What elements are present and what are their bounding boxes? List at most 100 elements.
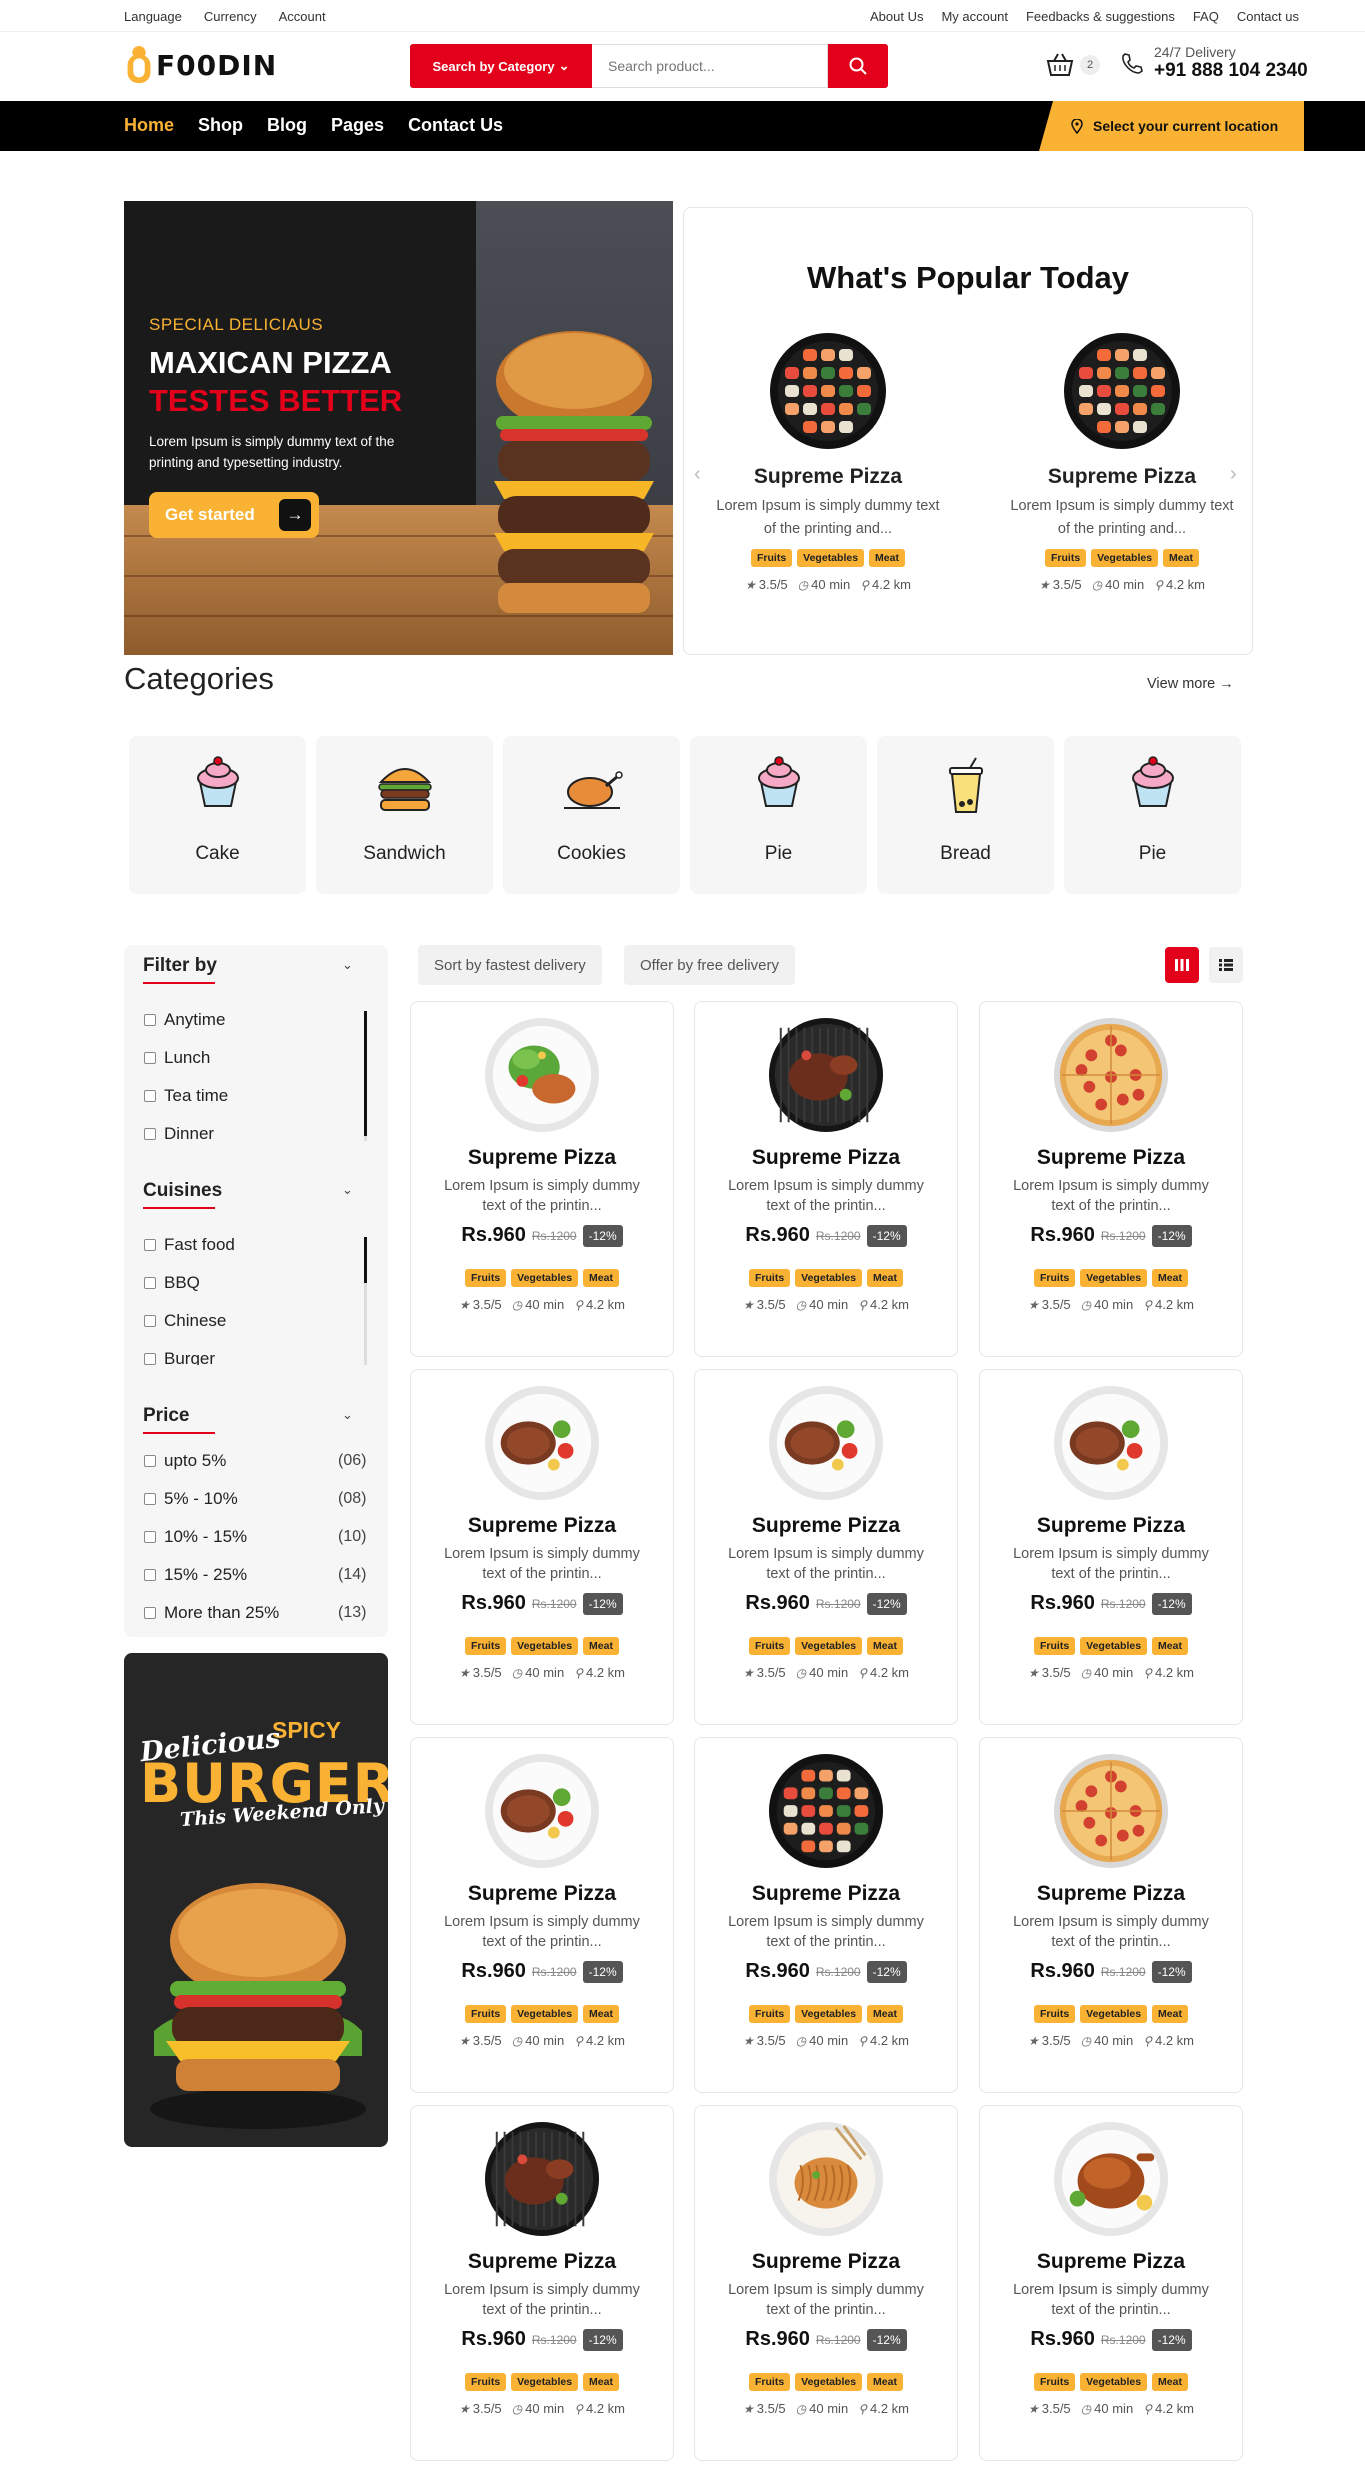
- logo[interactable]: F00DIN: [124, 45, 277, 85]
- popular-card[interactable]: Supreme Pizza Lorem Ipsum is simply dumm…: [708, 331, 948, 592]
- price-option[interactable]: 15% - 25%: [144, 1565, 247, 1585]
- grid-view-button[interactable]: [1165, 947, 1199, 983]
- rating: ★ 3.5/5: [743, 2033, 786, 2048]
- checkbox[interactable]: [144, 1607, 156, 1619]
- filter-option-chinese[interactable]: Chinese: [144, 1311, 226, 1331]
- category-card-cake[interactable]: Cake: [129, 736, 306, 894]
- promo-banner[interactable]: SPICY Delicious BURGER This Weekend Only: [124, 1653, 388, 2147]
- filter-by-title[interactable]: Filter by: [143, 955, 217, 977]
- checkbox[interactable]: [144, 1531, 156, 1543]
- nav-home[interactable]: Home: [124, 115, 174, 136]
- price: Rs.960: [745, 1592, 810, 1614]
- chevron-down-icon[interactable]: ⌄: [342, 957, 353, 973]
- checkbox[interactable]: [144, 1493, 156, 1505]
- sushi-platter-image: [1062, 331, 1182, 451]
- carousel-prev-icon[interactable]: ‹: [694, 463, 701, 486]
- clock-icon: ◷: [511, 1297, 523, 1312]
- distance: ⚲ 4.2 km: [858, 1297, 909, 1312]
- scrollbar[interactable]: [364, 1237, 367, 1365]
- popular-card[interactable]: Supreme Pizza Lorem Ipsum is simply dumm…: [1002, 331, 1242, 592]
- checkbox[interactable]: [144, 1353, 156, 1365]
- chevron-down-icon[interactable]: ⌄: [342, 1407, 353, 1423]
- product-card[interactable]: Supreme Pizza Lorem Ipsum is simply dummy…: [694, 1369, 958, 1725]
- price-option[interactable]: 10% - 15%: [144, 1527, 247, 1547]
- product-card[interactable]: Supreme Pizza Lorem Ipsum is simply dummy…: [410, 2105, 674, 2461]
- product-card[interactable]: Supreme Pizza Lorem Ipsum is simply dummy…: [979, 1369, 1243, 1725]
- nav-blog[interactable]: Blog: [267, 115, 307, 136]
- cart-button[interactable]: 2: [1046, 52, 1100, 78]
- product-card[interactable]: Supreme Pizza Lorem Ipsum is simply dummy…: [410, 1737, 674, 2093]
- filter-option-lunch[interactable]: Lunch: [144, 1048, 210, 1068]
- nav-contact-us[interactable]: Contact Us: [408, 115, 503, 136]
- about-us-link[interactable]: About Us: [870, 9, 923, 24]
- cupcake-icon: [129, 756, 306, 825]
- checkbox[interactable]: [144, 1052, 156, 1064]
- product-card[interactable]: Supreme Pizza Lorem Ipsum is simply dummy…: [410, 1001, 674, 1357]
- price-option[interactable]: 5% - 10%: [144, 1489, 238, 1509]
- contact-us-link[interactable]: Contact us: [1237, 9, 1299, 24]
- view-more-link[interactable]: View more →: [1147, 676, 1234, 692]
- category-card-bread[interactable]: Bread: [877, 736, 1054, 894]
- product-card[interactable]: Supreme Pizza Lorem Ipsum is simply dummy…: [410, 1369, 674, 1725]
- checkbox[interactable]: [144, 1128, 156, 1140]
- tag-vegetables: Vegetables: [1080, 1269, 1148, 1287]
- chevron-down-icon[interactable]: ⌄: [342, 1182, 353, 1198]
- option-label: 5% - 10%: [164, 1489, 238, 1508]
- category-card-cookies[interactable]: Cookies: [503, 736, 680, 894]
- filter-option-dinner[interactable]: Dinner: [144, 1124, 214, 1141]
- product-card[interactable]: Supreme Pizza Lorem Ipsum is simply dummy…: [694, 2105, 958, 2461]
- location-selector[interactable]: Select your current location: [1039, 101, 1304, 151]
- roast-chicken-icon: [503, 756, 680, 825]
- category-dropdown[interactable]: Search by Category ⌄: [410, 44, 592, 88]
- filter-option-burger[interactable]: Burger: [144, 1349, 215, 1365]
- checkbox[interactable]: [144, 1014, 156, 1026]
- product-card[interactable]: Supreme Pizza Lorem Ipsum is simply dummy…: [694, 1001, 958, 1357]
- currency-link[interactable]: Currency: [204, 9, 257, 24]
- filter-option-fast-food[interactable]: Fast food: [144, 1235, 235, 1255]
- language-link[interactable]: Language: [124, 9, 182, 24]
- search-input[interactable]: [592, 44, 828, 88]
- product-card[interactable]: Supreme Pizza Lorem Ipsum is simply dummy…: [979, 1737, 1243, 2093]
- filter-option-bbq[interactable]: BBQ: [144, 1273, 200, 1293]
- category-card-pie[interactable]: Pie: [690, 736, 867, 894]
- filter-option-tea-time[interactable]: Tea time: [144, 1086, 228, 1106]
- checkbox[interactable]: [144, 1277, 156, 1289]
- map-pin-icon: ⚲: [574, 1665, 583, 1680]
- filter-option-anytime[interactable]: Anytime: [144, 1010, 225, 1030]
- search-button[interactable]: [828, 44, 888, 88]
- my-account-link[interactable]: My account: [941, 9, 1007, 24]
- product-desc: Lorem Ipsum is simply dummy text of the …: [1013, 1178, 1209, 1214]
- category-card-sandwich[interactable]: Sandwich: [316, 736, 493, 894]
- cuisines-title[interactable]: Cuisines: [143, 1180, 222, 1202]
- product-card[interactable]: Supreme Pizza Lorem Ipsum is simply dummy…: [694, 1737, 958, 2093]
- rating-value: 3.5/5: [472, 2401, 502, 2416]
- checkbox[interactable]: [144, 1239, 156, 1251]
- feedback-link[interactable]: Feedbacks & suggestions: [1026, 9, 1175, 24]
- scrollbar-thumb[interactable]: [364, 1237, 367, 1283]
- nav-pages[interactable]: Pages: [331, 115, 384, 136]
- offer-free-delivery-button[interactable]: Offer by free delivery: [624, 945, 795, 985]
- checkbox[interactable]: [144, 1090, 156, 1102]
- price-title[interactable]: Price: [143, 1405, 189, 1427]
- faq-link[interactable]: FAQ: [1193, 9, 1219, 24]
- category-card-pie[interactable]: Pie: [1064, 736, 1241, 894]
- scrollbar-thumb[interactable]: [364, 1011, 367, 1136]
- checkbox[interactable]: [144, 1455, 156, 1467]
- pizza-image: [1052, 1752, 1170, 1870]
- account-link[interactable]: Account: [279, 9, 326, 24]
- checkbox[interactable]: [144, 1569, 156, 1581]
- price-option[interactable]: More than 25%: [144, 1603, 279, 1623]
- rating: ★ 3.5/5: [1028, 2033, 1071, 2048]
- delivery-phone[interactable]: 24/7 Delivery +91 888 104 2340: [1120, 44, 1308, 82]
- price-option[interactable]: upto 5%: [144, 1451, 226, 1471]
- product-card[interactable]: Supreme Pizza Lorem Ipsum is simply dummy…: [979, 2105, 1243, 2461]
- distance: ⚲ 4.2 km: [574, 1297, 625, 1312]
- checkbox[interactable]: [144, 1315, 156, 1327]
- product-card[interactable]: Supreme Pizza Lorem Ipsum is simply dummy…: [979, 1001, 1243, 1357]
- scrollbar[interactable]: [364, 1011, 367, 1141]
- list-view-button[interactable]: [1209, 947, 1243, 983]
- card-meta: ★ 3.5/5 ◷ 40 min ⚲ 4.2 km: [411, 2401, 673, 2416]
- sort-fastest-button[interactable]: Sort by fastest delivery: [418, 945, 602, 985]
- nav-shop[interactable]: Shop: [198, 115, 243, 136]
- get-started-button[interactable]: Get started →: [149, 492, 319, 538]
